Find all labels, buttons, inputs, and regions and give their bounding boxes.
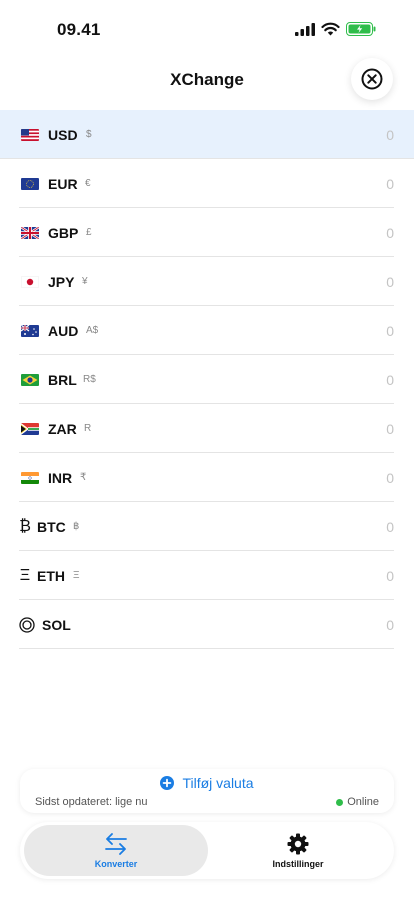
japan-flag-icon [21,275,39,288]
last-updated-text: Sidst opdateret: lige nu [35,796,148,808]
brazil-flag-icon [21,373,39,386]
currency-code: BRL [48,371,77,388]
currency-code: EUR [48,175,78,192]
india-flag-icon [21,471,39,484]
currency-value[interactable]: 0 [386,470,394,486]
currency-code: JPY [48,273,75,290]
currency-value[interactable]: 0 [386,225,394,241]
solana-icon [19,616,35,633]
status-icons [295,22,376,36]
online-dot-icon [336,798,344,806]
currency-row-btc[interactable]: ₿ BTC ฿ 0 [0,502,414,551]
currency-row-zar[interactable]: ZAR R 0 [0,404,414,453]
currency-symbol: ₹ [80,472,87,483]
row-divider [19,648,394,649]
currency-code: USD [48,126,78,143]
tab-convert-label: Konverter [94,858,138,869]
ethereum-icon: Ξ [19,566,31,584]
currency-symbol: R$ [83,374,96,385]
currency-value[interactable]: 0 [386,421,394,437]
currency-row-brl[interactable]: BRL R$ 0 [0,355,414,404]
currency-symbol: A$ [86,325,99,336]
online-status-label: Online [347,796,379,808]
tab-settings-label: Indstillinger [272,858,324,869]
currency-value[interactable]: 0 [386,176,394,192]
currency-code: INR [48,469,73,486]
currency-row-eth[interactable]: Ξ ETH Ξ 0 [0,551,414,600]
tab-bar: Konverter Indstillinger [20,822,394,879]
close-button[interactable] [351,58,393,100]
tab-convert[interactable]: Konverter [24,825,208,876]
currency-symbol: R [84,423,92,434]
convert-arrows-icon [105,832,127,855]
gear-icon [287,833,309,854]
currency-symbol: € [85,178,91,189]
currency-value[interactable]: 0 [386,127,394,143]
currency-row-inr[interactable]: INR ₹ 0 [0,453,414,502]
australia-flag-icon [21,324,39,337]
currency-symbol: ¥ [82,276,88,287]
battery-icon [346,22,376,36]
currency-row-aud[interactable]: AUD A$ 0 [0,306,414,355]
currency-code: SOL [42,616,71,633]
eu-flag-icon [21,177,39,190]
status-bar: 09.41 [0,0,414,60]
currency-symbol: $ [86,129,92,140]
currency-code: ZAR [48,420,77,437]
currency-list: USD $ 0 EUR € 0 GBP £ 0 JPY ¥ 0 AUD A$ 0… [0,110,414,649]
currency-code: BTC [37,518,66,535]
status-time: 09.41 [57,20,101,39]
currency-row-eur[interactable]: EUR € 0 [0,159,414,208]
wifi-icon [321,22,340,36]
footer-card: Tilføj valuta Sidst opdateret: lige nu O… [20,769,394,813]
currency-value[interactable]: 0 [386,568,394,584]
currency-symbol: Ξ [73,570,80,581]
close-circle-icon [361,68,383,90]
add-currency-button[interactable]: Tilføj valuta [20,775,394,791]
tab-settings[interactable]: Indstillinger [206,825,390,876]
bitcoin-icon: ₿ [19,517,31,535]
add-currency-label: Tilføj valuta [182,775,254,791]
currency-row-sol[interactable]: SOL 0 [0,600,414,649]
currency-value[interactable]: 0 [386,617,394,633]
plus-circle-icon [160,776,175,790]
currency-code: GBP [48,224,79,241]
currency-value[interactable]: 0 [386,323,394,339]
currency-code: ETH [37,567,65,584]
currency-symbol: ฿ [73,521,80,532]
currency-value[interactable]: 0 [386,274,394,290]
currency-row-jpy[interactable]: JPY ¥ 0 [0,257,414,306]
currency-row-usd[interactable]: USD $ 0 [0,110,414,159]
uk-flag-icon [21,226,39,239]
currency-value[interactable]: 0 [386,519,394,535]
signal-icon [295,22,315,36]
currency-value[interactable]: 0 [386,372,394,388]
currency-symbol: £ [86,227,92,238]
south-africa-flag-icon [21,422,39,435]
currency-row-gbp[interactable]: GBP £ 0 [0,208,414,257]
currency-code: AUD [48,322,79,339]
online-status: Online [336,796,379,808]
us-flag-icon [21,128,39,141]
